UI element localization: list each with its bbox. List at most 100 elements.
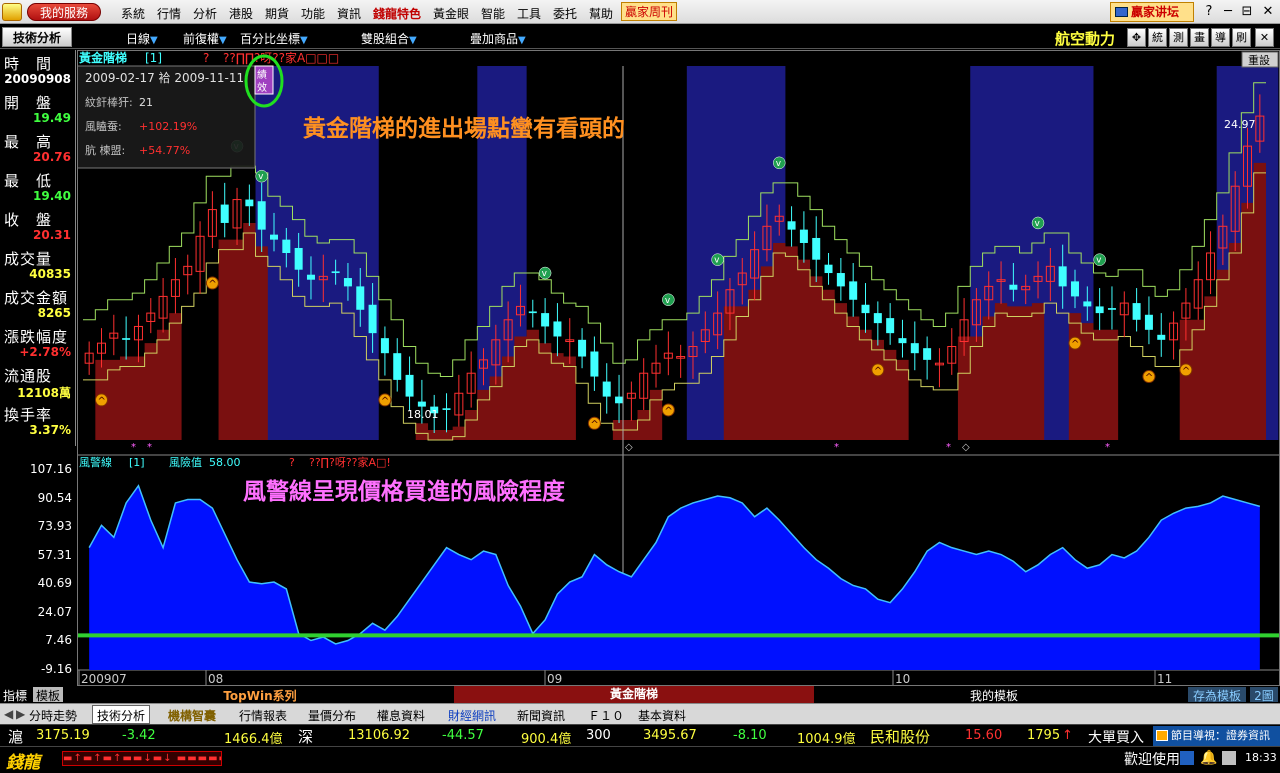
candle-body-down: [602, 381, 611, 397]
chart-area[interactable]: ^^^^^^^^^vvvvvvvv黃金階梯[1]???∏∏?呀??家A□□□24…: [77, 50, 1280, 686]
help-icon[interactable]: ?: [1200, 3, 1218, 21]
tab-finance-news[interactable]: 財經網訊: [448, 707, 496, 723]
golden-stair-zone: [218, 222, 268, 440]
menu-entrust[interactable]: 委托: [553, 5, 577, 22]
menu-help[interactable]: 幫助: [589, 5, 613, 22]
menu-qianlong-special[interactable]: 錢龍特色: [373, 5, 421, 22]
move-icon[interactable]: ✥: [1127, 28, 1146, 47]
c300-label: 300: [586, 728, 611, 743]
menu-hk[interactable]: 港股: [229, 5, 253, 22]
menu-smart[interactable]: 智能: [481, 5, 505, 22]
sh-change: -3.42: [122, 728, 156, 743]
tab-f10[interactable]: Ｆ１０: [588, 707, 624, 723]
signal-dot: *: [946, 442, 951, 453]
indicator-title: 黃金階梯: [78, 50, 127, 65]
candle-body-down: [787, 221, 796, 230]
two-charts-button[interactable]: 2圖: [1250, 687, 1278, 703]
maximize-icon[interactable]: ⊟: [1238, 3, 1256, 21]
sz-index: 13106.92: [348, 728, 411, 743]
tab-timeshare[interactable]: 分時走勢: [29, 707, 77, 723]
minimize-icon[interactable]: ─: [1219, 3, 1237, 21]
sidebar-label: 流通股: [4, 367, 53, 385]
guide-button[interactable]: 導: [1211, 28, 1230, 47]
welcome-text: 歡迎使用: [1124, 752, 1180, 768]
chart-canvas[interactable]: ^^^^^^^^^vvvvvvvv黃金階梯[1]???∏∏?呀??家A□□□24…: [77, 50, 1280, 686]
sell-signal-icon: v: [255, 169, 268, 183]
menu-futures[interactable]: 期貨: [265, 5, 289, 22]
sz-label: 深: [298, 728, 314, 746]
candle-body-down: [393, 353, 402, 380]
period-dropdown[interactable]: 日線▼: [126, 30, 158, 47]
menu-golden-eye[interactable]: 黃金眼: [433, 5, 469, 22]
alarm-icon[interactable]: 🔔: [1200, 750, 1217, 766]
stock-name-ticker[interactable]: 民和股份: [870, 726, 930, 747]
sidebar-label: 成交量: [4, 250, 53, 268]
my-template-tab[interactable]: 我的模板: [814, 687, 1174, 704]
risk-y-tick-label: -9.16: [40, 662, 72, 676]
risk-y-tick-label: 24.07: [37, 604, 72, 619]
sell-signal-glyph: v: [1035, 219, 1041, 229]
golden-stair-tab[interactable]: 黃金階梯: [454, 686, 814, 703]
tab-basic-info[interactable]: 基本資料: [638, 707, 686, 723]
menu-quotes[interactable]: 行情: [157, 5, 181, 22]
risk-value-label: 風險值: [169, 455, 202, 469]
candle-body-down: [331, 271, 340, 274]
topwin-series-tab[interactable]: TopWin系列: [70, 687, 450, 704]
sidebar-value: 20.76: [33, 150, 71, 164]
winner-forum-button[interactable]: 贏家讲坛: [1110, 2, 1194, 22]
sidebar-value: 8265: [37, 306, 71, 320]
close-panel-icon[interactable]: ✕: [1255, 28, 1274, 47]
badge-char-1: 績: [257, 68, 267, 81]
save-template-button[interactable]: 存為模板: [1188, 687, 1246, 703]
risk-y-tick-label: 73.93: [37, 519, 72, 534]
next-tab-icon[interactable]: ▶: [16, 707, 25, 723]
dual-stock-dropdown[interactable]: 雙股組合▼: [361, 30, 417, 47]
menu-system[interactable]: 系統: [121, 5, 145, 22]
indicator-tab[interactable]: 指標: [3, 687, 27, 704]
tab-quote-report[interactable]: 行情報表: [239, 707, 287, 723]
performance-badge-button[interactable]: 績效: [254, 65, 274, 95]
tab-rights[interactable]: 權息資料: [377, 707, 425, 723]
candle-body-down: [541, 313, 550, 327]
stats-button[interactable]: 統: [1148, 28, 1167, 47]
menu-tools[interactable]: 工具: [517, 5, 541, 22]
refresh-button[interactable]: 刷: [1232, 28, 1251, 47]
tab-volume-price[interactable]: 量價分布: [308, 707, 356, 723]
candle-body-down: [356, 286, 365, 310]
template-tab[interactable]: 模板: [33, 687, 63, 703]
candle-body-down: [343, 278, 352, 287]
overlay-dropdown[interactable]: 疊加商品▼: [470, 30, 526, 47]
candle-body-down: [590, 351, 599, 377]
tab-news[interactable]: 新聞資訊: [517, 707, 565, 723]
program-guide[interactable]: 節目導視：證券資訊: [1153, 726, 1280, 746]
up-arrow-icon: ↑: [1062, 728, 1073, 743]
winner-weekly-button[interactable]: 贏家周刊: [621, 2, 677, 21]
buy-signal-icon: ^: [1142, 370, 1156, 384]
close-icon[interactable]: ✕: [1259, 3, 1277, 21]
candle-body-down: [1058, 266, 1067, 287]
coord-dropdown[interactable]: 百分比坐標▼: [240, 30, 308, 47]
test-button[interactable]: 測: [1169, 28, 1188, 47]
draw-button[interactable]: 畫: [1190, 28, 1209, 47]
main-annotation: 黃金階梯的進出場點蠻有看頭的: [303, 115, 625, 142]
tab-technical[interactable]: 技術分析: [92, 705, 151, 724]
candle-body-down: [553, 321, 562, 337]
overlay-label: 疊加商品: [470, 32, 519, 46]
quote-sidebar: 時 間 20090908 開 盤 19.49 最 高 20.76 最 低 19.40 收 盤 20…: [0, 50, 76, 446]
candle-body-down: [1009, 284, 1018, 290]
rights-dropdown[interactable]: 前復權▼: [183, 30, 227, 47]
menu-analysis[interactable]: 分析: [193, 5, 217, 22]
candle-body-down: [380, 338, 389, 354]
my-service-button[interactable]: 我的服務: [27, 3, 101, 21]
tech-analysis-tab[interactable]: 技術分析: [2, 27, 72, 47]
app-logo-icon[interactable]: [2, 3, 22, 21]
candle-body-down: [886, 318, 895, 334]
prev-tab-icon[interactable]: ◀: [4, 707, 13, 723]
sell-signal-icon: v: [772, 156, 786, 170]
menu-functions[interactable]: 功能: [301, 5, 325, 22]
candle-body-down: [1095, 306, 1104, 314]
tab-institution[interactable]: 機構智囊: [168, 707, 216, 723]
menu-info[interactable]: 資訊: [337, 5, 361, 22]
volume-icon[interactable]: [1222, 751, 1236, 765]
buy-signal-glyph: ^: [97, 396, 105, 407]
